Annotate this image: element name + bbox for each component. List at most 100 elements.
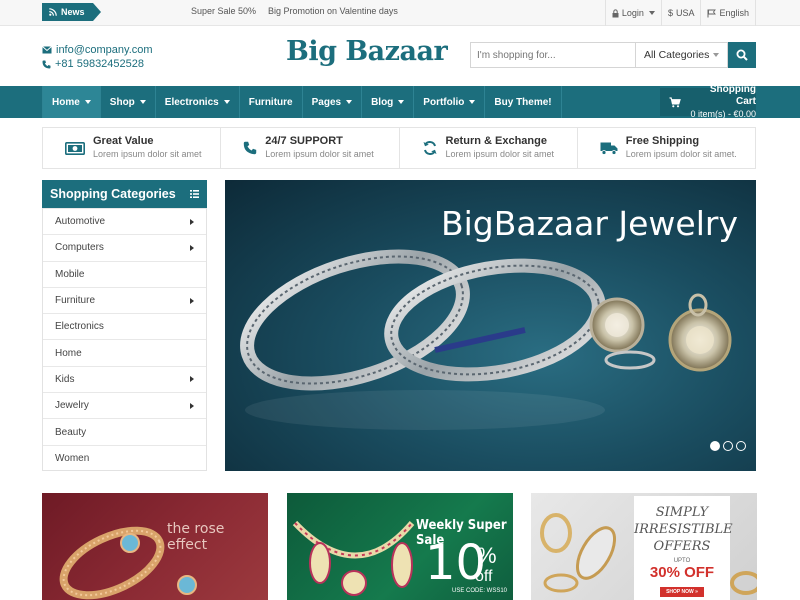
phone-icon (42, 60, 51, 68)
nav-item-label: Shop (109, 96, 135, 108)
nav-item-label: Furniture (248, 96, 293, 108)
truck-icon (600, 142, 618, 155)
sidebar-item-electronics[interactable]: Electronics (43, 313, 206, 339)
phone-text: +81 59832452528 (55, 58, 145, 70)
slider-dot[interactable] (710, 441, 720, 451)
sidebar-item-furniture[interactable]: Furniture (43, 286, 206, 313)
feature-great-value: Great Value Lorem ipsum dolor sit amet (43, 128, 222, 168)
features-strip: Great Value Lorem ipsum dolor sit amet 2… (42, 127, 756, 169)
sidebar-item-automotive[interactable]: Automotive (43, 208, 206, 234)
banner-code: USE CODE: WSS10 (452, 588, 508, 594)
feature-desc: Lorem ipsum dolor sit amet (265, 149, 374, 159)
nav-item-electronics[interactable]: Electronics (156, 86, 240, 118)
category-sidebar: Shopping Categories Automotive Computers… (42, 180, 207, 471)
search-category-value: All Categories (644, 49, 710, 61)
offer-title-line: SIMPLY (655, 505, 709, 520)
login-menu[interactable]: Login (604, 0, 661, 26)
search-input[interactable] (470, 42, 635, 68)
offer-card: SIMPLY IRRESISTIBLE OFFERS UPTO 30% OFF … (634, 496, 733, 600)
site-logo[interactable]: Big Bazaar (286, 36, 448, 67)
chevron-down-icon (398, 100, 405, 104)
chevron-right-icon (190, 218, 194, 225)
sidebar-item-computers[interactable]: Computers (43, 234, 206, 260)
offer-title-line: IRRESISTIBLE (634, 522, 733, 537)
search-icon (736, 49, 748, 61)
feature-desc: Lorem ipsum dolor sit amet (445, 149, 555, 159)
shopping-cart-button[interactable]: Shopping Cart 0 item(s) - €0.00 (660, 84, 756, 119)
chevron-down-icon (223, 100, 230, 104)
nav-item-furniture[interactable]: Furniture (240, 86, 303, 118)
feature-desc: Lorem ipsum dolor sit amet. (625, 149, 737, 159)
sidebar-item-women[interactable]: Women (43, 444, 206, 471)
banner-irresistible-offers[interactable]: SIMPLY IRRESISTIBLE OFFERS UPTO 30% OFF … (531, 493, 757, 600)
nav-item-blog[interactable]: Blog (362, 86, 415, 118)
feature-free-shipping: Free Shipping Lorem ipsum dolor sit amet… (578, 128, 755, 168)
shop-now-button[interactable]: SHOP NOW » (660, 587, 704, 597)
list-icon (190, 190, 199, 198)
sidebar-item-kids[interactable]: Kids (43, 365, 206, 392)
chevron-down-icon (139, 100, 146, 104)
sidebar-item-beauty[interactable]: Beauty (43, 418, 206, 444)
slider-pagination (710, 441, 746, 451)
sidebar-item-mobile[interactable]: Mobile (43, 260, 206, 287)
slider-dot[interactable] (736, 441, 746, 451)
chevron-right-icon (190, 376, 194, 383)
envelope-icon (42, 46, 52, 54)
search-category-select[interactable]: All Categories (635, 42, 728, 68)
chevron-down-icon (84, 100, 91, 104)
sidebar-item-home[interactable]: Home (43, 339, 206, 365)
nav-item-buy-theme[interactable]: Buy Theme! (485, 86, 562, 118)
currency-selector[interactable]: $ USA (660, 0, 701, 26)
sidebar-item-label: Beauty (55, 426, 87, 438)
sidebar-item-label: Mobile (55, 268, 85, 280)
search-button[interactable] (728, 42, 756, 68)
nav-item-pages[interactable]: Pages (303, 86, 363, 118)
login-label: Login (621, 8, 644, 18)
sidebar-item-jewelry[interactable]: Jewelry (43, 392, 206, 418)
cart-icon (669, 96, 681, 107)
banner-weekly-sale[interactable]: Weekly Super Sale 10 % off USE CODE: WSS… (287, 493, 513, 600)
offer-title-line: OFFERS (653, 539, 711, 554)
lock-icon (612, 8, 619, 17)
chevron-right-icon (190, 402, 194, 409)
rss-icon (49, 8, 57, 16)
contact-info: info@company.com +81 59832452528 (42, 43, 153, 71)
banner-rose-effect[interactable]: the rose effect (42, 493, 268, 600)
sidebar-item-label: Furniture (55, 295, 96, 307)
feature-title: Great Value (93, 135, 154, 147)
hero-title: BigBazaar Jewelry (440, 204, 738, 243)
cart-summary: 0 item(s) - €0.00 (690, 109, 756, 119)
nav-item-portfolio[interactable]: Portfolio (414, 86, 486, 118)
chevron-down-icon (648, 11, 655, 15)
feature-title: Return & Exchange (445, 135, 547, 147)
feature-support: 24/7 SUPPORT Lorem ipsum dolor sit amet (221, 128, 400, 168)
email-line[interactable]: info@company.com (42, 43, 153, 57)
nav-item-label: Pages (311, 96, 342, 108)
chevron-down-icon (469, 100, 476, 104)
cart-title: Shopping Cart (709, 84, 756, 107)
feature-title: Free Shipping (625, 135, 700, 147)
hero-slider[interactable]: BigBazaar Jewelry (225, 180, 756, 471)
news-tag: News (42, 3, 100, 21)
dollar-icon: $ (667, 8, 673, 18)
slider-dot[interactable] (723, 441, 733, 451)
sidebar-header[interactable]: Shopping Categories (42, 180, 207, 208)
banner-off-label: off (475, 568, 493, 585)
chevron-right-icon (190, 297, 194, 304)
flag-icon (707, 9, 717, 17)
sidebar-item-label: Kids (55, 373, 75, 385)
phone-line[interactable]: +81 59832452528 (42, 57, 153, 71)
ticker-item[interactable]: Super Sale 50% (191, 6, 256, 16)
news-label: News (61, 7, 85, 17)
sidebar-item-label: Automotive (55, 216, 106, 228)
chevron-right-icon (190, 244, 194, 251)
language-label: English (719, 8, 749, 18)
offer-discount: 30% OFF (649, 564, 715, 581)
nav-item-label: Home (52, 96, 80, 108)
nav-item-label: Blog (371, 96, 394, 108)
nav-item-shop[interactable]: Shop (101, 86, 156, 118)
top-bar: News Super Sale 50% Big Promotion on Val… (0, 0, 800, 26)
nav-item-home[interactable]: Home (42, 86, 101, 118)
language-selector[interactable]: English (700, 0, 756, 26)
ticker-item[interactable]: Big Promotion on Valentine days (268, 6, 398, 16)
